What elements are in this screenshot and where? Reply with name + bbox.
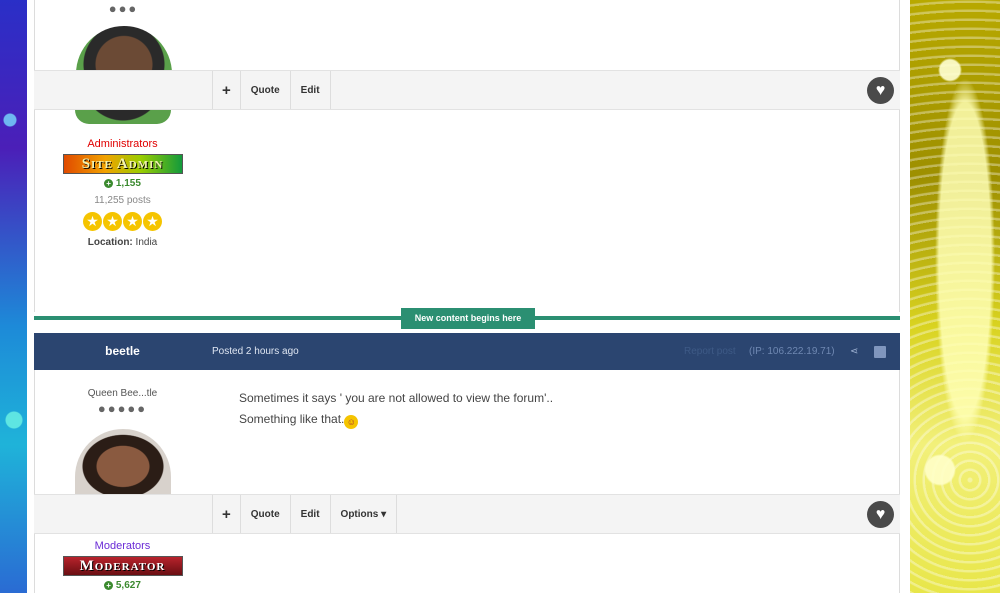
background-right — [910, 0, 1000, 593]
location-value: India — [135, 237, 158, 248]
quote-button[interactable]: Quote — [239, 495, 290, 533]
content-line: Something like that. — [239, 412, 345, 426]
reputation-value: 1,155 — [115, 178, 141, 189]
rank-badge: Moderator — [62, 556, 183, 576]
avatar-bottom — [74, 110, 171, 124]
user-rank-dots: ●●●●● — [97, 401, 148, 416]
author-name-link[interactable]: beetle — [34, 333, 211, 370]
options-menu-button[interactable]: Options ▾ — [329, 495, 398, 533]
post-1-author-info: Administrators Site Admin + 1,155 11,255… — [34, 110, 211, 248]
reputation: + 5,627 — [34, 580, 211, 591]
location-label: Location: — [87, 237, 133, 248]
background-left — [0, 0, 27, 593]
post-2-content: Sometimes it says ' you are not allowed … — [239, 388, 553, 430]
post-2-action-bar: + Quote Edit Options ▾ ♥ — [34, 494, 900, 534]
post-1-action-bar: + Quote Edit ♥ — [34, 70, 900, 110]
multiquote-button[interactable]: + — [212, 495, 240, 533]
quote-button[interactable]: Quote — [239, 71, 290, 109]
multiquote-button[interactable]: + — [212, 71, 240, 109]
rank-badge: Site Admin — [62, 154, 183, 174]
user-group: Moderators — [94, 540, 151, 552]
user-rank-dots: ●●● — [108, 1, 139, 16]
star-icon: ★ — [123, 212, 142, 231]
post-count: 11,255 posts — [94, 195, 151, 206]
star-icon: ★ — [103, 212, 122, 231]
content-line-2: Something like that. ☺ — [239, 409, 553, 430]
tongue-emoji-icon: ☺ — [344, 415, 359, 429]
rating-stars: ★ ★ ★ ★ — [34, 212, 211, 231]
avatar[interactable] — [74, 429, 171, 497]
plus-icon: + — [104, 179, 114, 188]
post-2-author-panel: Queen Bee...tle ●●●●● — [34, 388, 211, 497]
post-2-header: beetle Posted 2 hours ago Report post (I… — [34, 333, 900, 370]
share-icon[interactable]: ⋖ — [850, 333, 858, 370]
forum-page: ●●● + Quote Edit ♥ Administrators Site A… — [27, 0, 910, 593]
star-icon: ★ — [143, 212, 162, 231]
reputation: + 1,155 — [34, 178, 211, 189]
edit-button[interactable]: Edit — [289, 495, 330, 533]
post-2-author-info: Moderators Moderator + 5,627 — [34, 540, 211, 591]
user-group: Administrators — [87, 138, 158, 150]
reputation-value: 5,627 — [115, 580, 141, 591]
content-line: Sometimes it says ' you are not allowed … — [239, 391, 554, 405]
like-heart-icon[interactable]: ♥ — [867, 501, 894, 528]
moderation-checkbox[interactable] — [874, 346, 886, 358]
ip-address: (IP: 106.222.19.71) — [749, 346, 835, 357]
report-post-link[interactable]: Report post — [684, 333, 736, 370]
location: Location: India — [34, 237, 211, 248]
plus-icon: + — [104, 581, 114, 590]
custom-title: Queen Bee...tle — [87, 388, 158, 399]
like-heart-icon[interactable]: ♥ — [867, 77, 894, 104]
new-content-label: New content begins here — [401, 308, 535, 329]
edit-button[interactable]: Edit — [289, 71, 331, 109]
post-date: Posted 2 hours ago — [212, 346, 299, 357]
star-icon: ★ — [83, 212, 102, 231]
